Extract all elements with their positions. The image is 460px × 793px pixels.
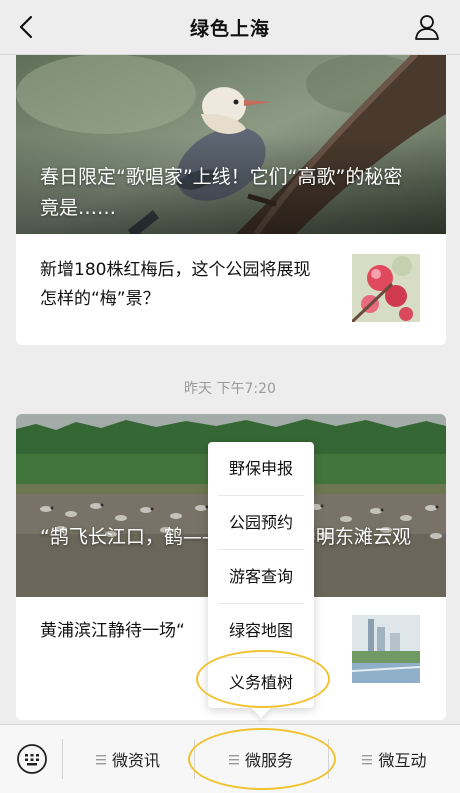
menu-item-wildlife-report[interactable]: 野保申报 — [218, 442, 304, 495]
service-popup-menu: 野保申报 公园预约 游客查询 绿容地图 义务植树 — [208, 442, 314, 718]
menu-item-green-map[interactable]: 绿容地图 — [218, 604, 304, 657]
nav-header: 绿色上海 — [0, 0, 460, 55]
message-timestamp: 昨天 下午7:20 — [184, 381, 276, 397]
menu-lines-icon — [362, 754, 373, 764]
tab-services[interactable]: 微服务 — [195, 725, 327, 793]
menu-lines-icon — [228, 754, 239, 764]
sub-article-item[interactable]: 新增180株红梅后，这个公园将展现怎样的“梅”景？ — [16, 234, 446, 345]
tab-news[interactable]: 微资讯 — [63, 725, 193, 793]
riverside-thumbnail[interactable] — [352, 615, 420, 683]
keyboard-icon[interactable] — [16, 743, 48, 775]
tab-interaction[interactable]: 微互动 — [329, 725, 460, 793]
plum-blossom-thumbnail[interactable] — [352, 254, 420, 322]
sub-article-title[interactable]: 新增180株红梅后，这个公园将展现怎样的“梅”景？ — [40, 256, 320, 314]
menu-item-visitor-query[interactable]: 游客查询 — [218, 550, 304, 603]
person-icon[interactable] — [412, 12, 442, 42]
tab-label: 微服务 — [244, 751, 293, 770]
article-headline[interactable]: 春日限定“歌唱家”上线！它们“高歌”的秘密竟是…… — [40, 162, 420, 224]
chevron-left-icon[interactable] — [12, 12, 42, 42]
page-title: 绿色上海 — [189, 17, 270, 40]
bottom-menu-bar: 微资讯 微服务 微互动 — [0, 724, 460, 793]
menu-lines-icon — [95, 754, 106, 764]
menu-item-park-booking[interactable]: 公园预约 — [218, 496, 304, 549]
article-card[interactable]: 春日限定“歌唱家”上线！它们“高歌”的秘密竟是…… 新增180株红梅后，这个公园… — [16, 54, 446, 345]
tab-label: 微互动 — [378, 751, 427, 770]
tab-label: 微资讯 — [111, 751, 160, 770]
